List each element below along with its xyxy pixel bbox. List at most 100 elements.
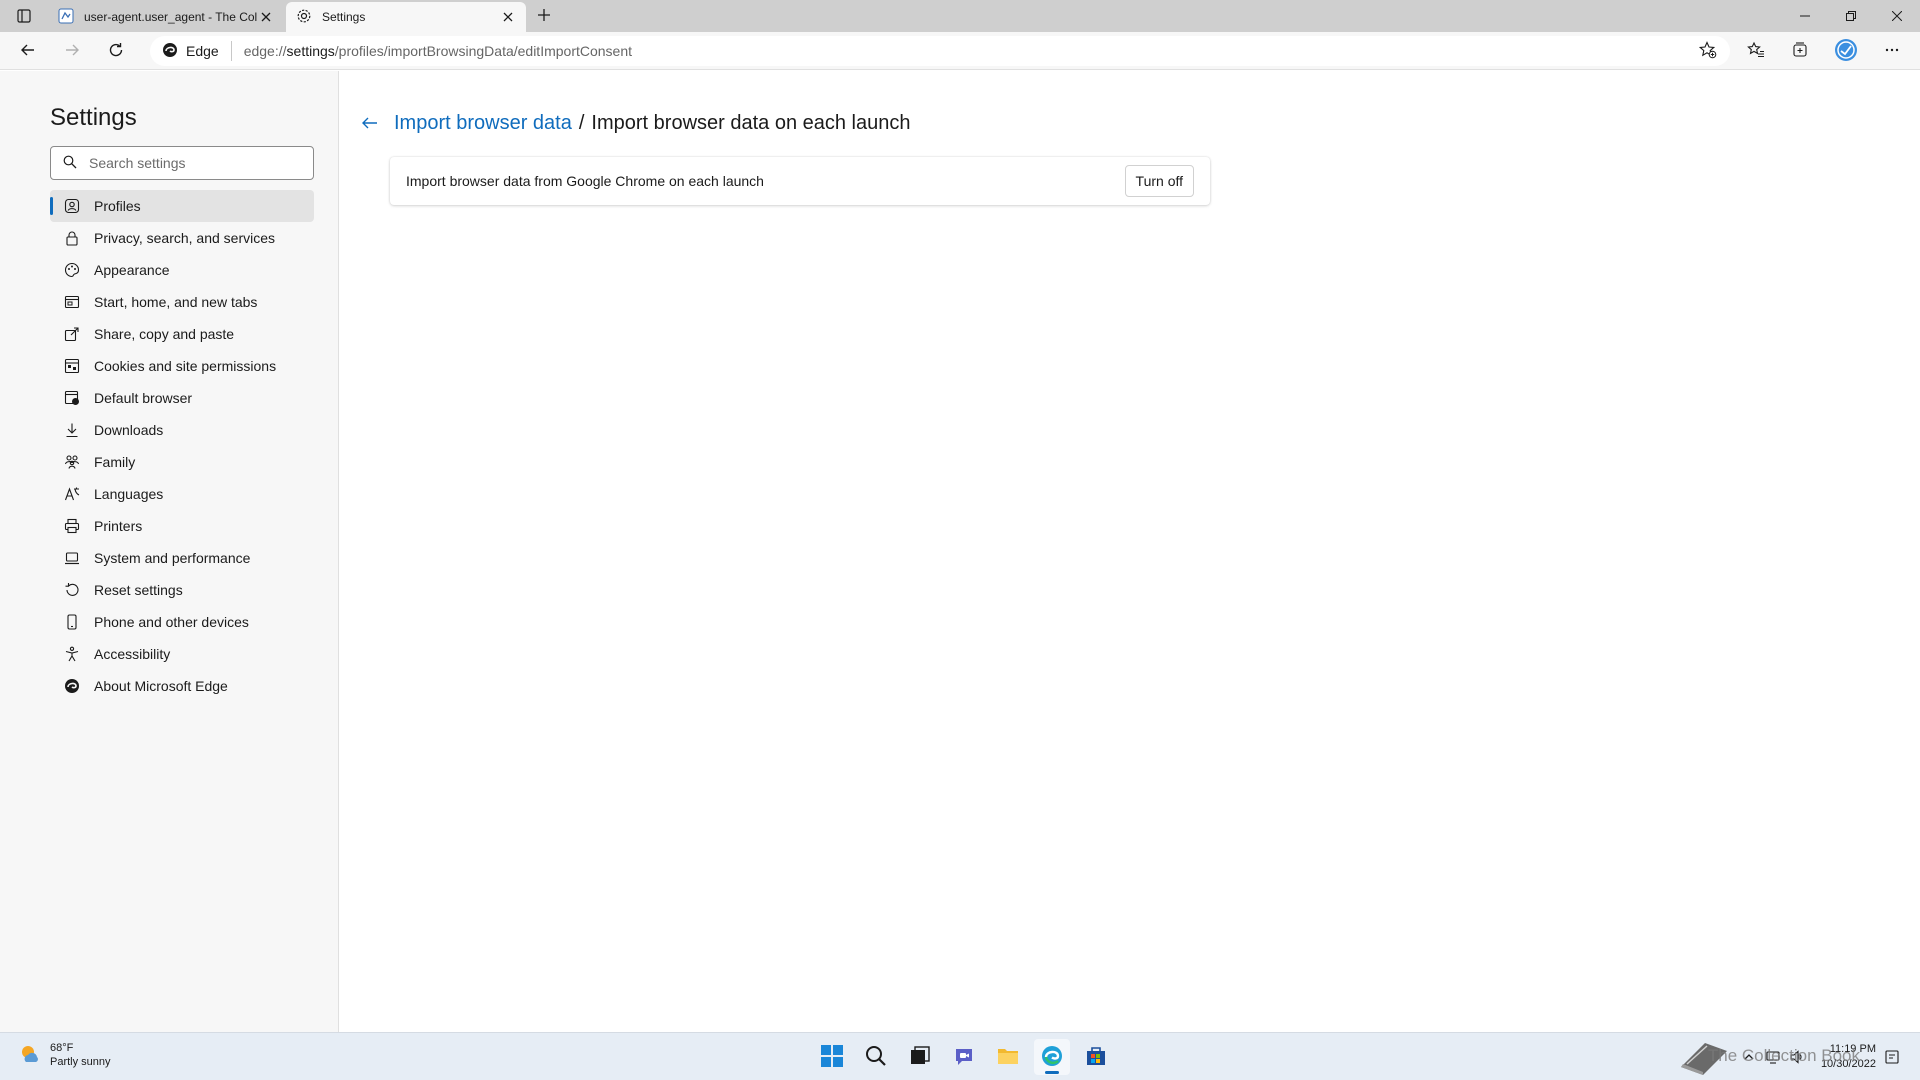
address-bar[interactable]: Edge edge://settings/profiles/importBrow… xyxy=(150,36,1730,66)
close-icon[interactable] xyxy=(258,9,274,25)
file-explorer-button[interactable] xyxy=(990,1039,1026,1075)
refresh-icon xyxy=(108,42,124,61)
close-window-button[interactable] xyxy=(1874,0,1920,32)
avatar xyxy=(1834,38,1858,65)
task-view-button[interactable] xyxy=(902,1039,938,1075)
refresh-button[interactable] xyxy=(102,37,130,65)
restore-button[interactable] xyxy=(1828,0,1874,32)
collections-button[interactable] xyxy=(1786,37,1814,65)
sidebar-item-label: Languages xyxy=(94,486,164,502)
minimize-icon xyxy=(1800,8,1810,24)
sidebar-item-printers[interactable]: Printers xyxy=(50,510,314,542)
edge-logo-icon xyxy=(162,42,178,61)
add-favorite-button[interactable] xyxy=(1696,39,1720,63)
tab-user-agent[interactable]: user-agent.user_agent - The Coll xyxy=(48,2,284,32)
sidebar-item-label: Appearance xyxy=(94,262,170,278)
sidebar-item-system[interactable]: System and performance xyxy=(50,542,314,574)
search-input[interactable] xyxy=(89,155,289,171)
sidebar-item-default-browser[interactable]: Default browser xyxy=(50,382,314,414)
languages-icon xyxy=(64,486,80,502)
windows-taskbar: 68°F Partly sunny 11:19 PM 10/30/2022 Th… xyxy=(0,1032,1920,1080)
url-prefix: edge:// xyxy=(243,43,287,59)
back-arrow-icon[interactable] xyxy=(358,111,382,135)
sidebar-item-appearance[interactable]: Appearance xyxy=(50,254,314,286)
sidebar-item-share[interactable]: Share, copy and paste xyxy=(50,318,314,350)
sidebar-item-downloads[interactable]: Downloads xyxy=(50,414,314,446)
family-icon xyxy=(64,454,80,470)
settings-content: Import browser data / Import browser dat… xyxy=(340,71,1920,1032)
new-tab-button[interactable] xyxy=(532,4,556,28)
close-icon xyxy=(1891,8,1903,24)
reset-icon xyxy=(64,582,80,598)
accessibility-icon xyxy=(64,646,80,662)
sidebar-item-label: Accessibility xyxy=(94,646,171,662)
back-button[interactable] xyxy=(14,37,42,65)
window-controls xyxy=(1782,0,1920,32)
store-button[interactable] xyxy=(1078,1039,1114,1075)
sidebar-item-cookies[interactable]: Cookies and site permissions xyxy=(50,350,314,382)
collections-icon xyxy=(1791,41,1809,62)
settings-and-more-button[interactable] xyxy=(1878,37,1906,65)
breadcrumb-separator: / xyxy=(578,111,585,134)
url-path: /profiles/importBrowsingData/editImportC… xyxy=(334,43,633,59)
more-icon xyxy=(1884,42,1900,61)
sidebar-item-label: Downloads xyxy=(94,422,164,438)
search-button[interactable] xyxy=(858,1039,894,1075)
favorites-button[interactable] xyxy=(1742,37,1770,65)
close-icon[interactable] xyxy=(500,9,516,25)
turn-off-button[interactable]: Turn off xyxy=(1124,165,1194,197)
sidebar-item-privacy[interactable]: Privacy, search, and services xyxy=(50,222,314,254)
edge-logo-icon xyxy=(1040,1044,1064,1071)
profile-button[interactable] xyxy=(1832,37,1860,65)
notification-icon[interactable] xyxy=(1882,1047,1902,1067)
sidebar-title: Settings xyxy=(50,104,137,131)
site-info-chip[interactable]: Edge xyxy=(150,41,232,61)
partly-sunny-icon xyxy=(18,1042,42,1069)
sidebar-item-profiles[interactable]: Profiles xyxy=(50,190,314,222)
store-icon xyxy=(1085,1045,1107,1070)
import-consent-card: Import browser data from Google Chrome o… xyxy=(390,157,1210,205)
sidebar-item-label: Start, home, and new tabs xyxy=(94,294,258,310)
sidebar-item-start-home[interactable]: Start, home, and new tabs xyxy=(50,286,314,318)
arrow-right-icon xyxy=(64,42,80,61)
minimize-button[interactable] xyxy=(1782,0,1828,32)
watermark-text: The Collection Book xyxy=(1707,1046,1860,1065)
laptop-icon xyxy=(64,550,80,566)
weather-desc: Partly sunny xyxy=(50,1056,111,1068)
settings-sidebar: Settings Profiles Privacy, search, and s… xyxy=(0,71,339,1032)
gear-icon xyxy=(296,8,312,27)
plus-icon xyxy=(537,8,551,25)
weather-widget[interactable]: 68°F Partly sunny xyxy=(18,1041,111,1069)
search-box[interactable] xyxy=(50,146,314,180)
tab-title: user-agent.user_agent - The Coll xyxy=(84,10,258,24)
tab-strip: user-agent.user_agent - The Coll Setting… xyxy=(0,0,1920,32)
share-icon xyxy=(64,326,80,342)
forward-button[interactable] xyxy=(58,37,86,65)
sidebar-item-accessibility[interactable]: Accessibility xyxy=(50,638,314,670)
favorites-icon xyxy=(1747,41,1765,62)
sidebar-item-label: System and performance xyxy=(94,550,251,566)
sidebar-item-family[interactable]: Family xyxy=(50,446,314,478)
tab-actions-icon[interactable] xyxy=(8,4,40,28)
sidebar-item-label: Reset settings xyxy=(94,582,183,598)
sidebar-item-label: Family xyxy=(94,454,136,470)
sidebar-item-languages[interactable]: Languages xyxy=(50,478,314,510)
sidebar-item-reset[interactable]: Reset settings xyxy=(50,574,314,606)
sidebar-item-about[interactable]: About Microsoft Edge xyxy=(50,670,314,702)
sidebar-item-phone[interactable]: Phone and other devices xyxy=(50,606,314,638)
breadcrumb-link[interactable]: Import browser data xyxy=(394,112,572,135)
download-icon xyxy=(64,422,80,438)
chat-button[interactable] xyxy=(946,1039,982,1075)
printer-icon xyxy=(64,518,80,534)
page-title: Import browser data on each launch xyxy=(591,111,911,134)
cookies-icon xyxy=(64,358,80,374)
video-chat-icon xyxy=(953,1045,975,1070)
arrow-left-icon xyxy=(20,42,36,61)
task-view-icon xyxy=(909,1045,931,1070)
start-button[interactable] xyxy=(814,1039,850,1075)
breadcrumb: Import browser data / Import browser dat… xyxy=(358,111,911,135)
tab-settings[interactable]: Settings xyxy=(286,2,526,32)
taskbar-apps xyxy=(814,1039,1122,1075)
phone-icon xyxy=(64,614,80,630)
edge-taskbar-button[interactable] xyxy=(1034,1039,1070,1075)
